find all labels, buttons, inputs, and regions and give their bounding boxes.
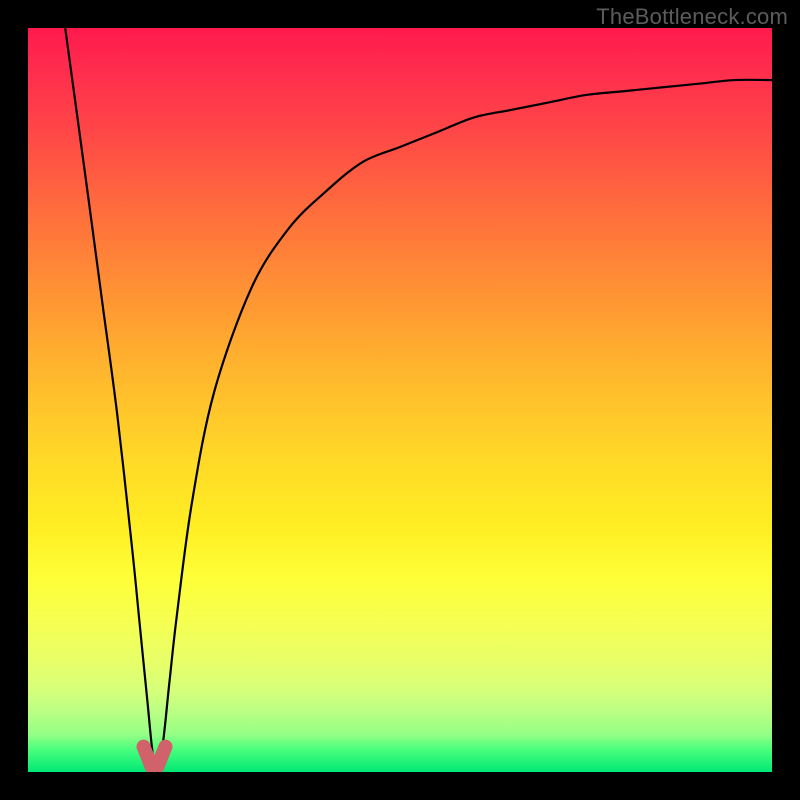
outer-frame: TheBottleneck.com bbox=[0, 0, 800, 800]
gradient-plot-area bbox=[28, 28, 772, 772]
watermark-text: TheBottleneck.com bbox=[596, 4, 788, 30]
minimum-marker bbox=[144, 747, 166, 769]
bottleneck-curve bbox=[65, 28, 772, 768]
curve-layer bbox=[28, 28, 772, 772]
